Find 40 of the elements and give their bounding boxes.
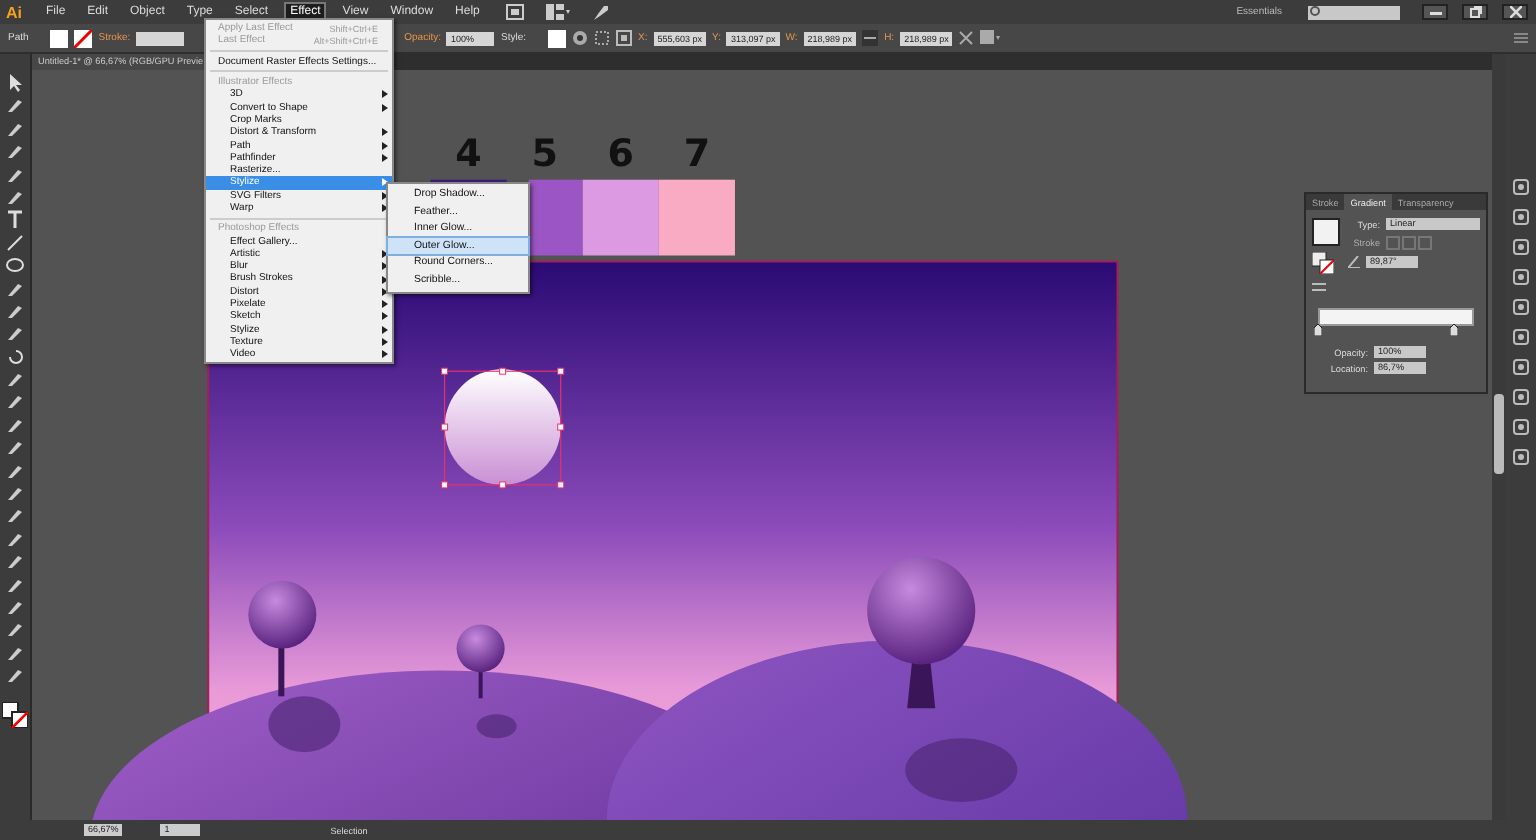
isolate-icon[interactable] [958, 30, 975, 46]
fill-stroke-icon[interactable] [2, 701, 28, 728]
search-field[interactable] [1308, 5, 1400, 19]
line-icon[interactable] [6, 233, 24, 252]
angle-icon [1348, 256, 1360, 268]
search-icon [1310, 6, 1322, 18]
pencil-icon[interactable] [6, 301, 24, 320]
close-button[interactable] [1502, 4, 1528, 20]
fill-stroke-icon[interactable] [1312, 252, 1334, 274]
swatch-number: 6 [607, 131, 635, 176]
image-options-icon[interactable] [980, 30, 1001, 46]
stroke-weight-field[interactable] [136, 31, 185, 45]
stroke-none-swatch[interactable] [74, 29, 93, 47]
type-icon[interactable] [6, 210, 24, 229]
recolor-icon[interactable] [572, 30, 588, 46]
reverse-gradient-icon[interactable] [1312, 280, 1326, 294]
arrange-documents-icon[interactable] [545, 4, 570, 20]
paintbrush-icon[interactable] [6, 279, 24, 298]
link-icon[interactable] [862, 30, 879, 46]
swatch-number: 4 [455, 131, 482, 176]
gradient-stop-icon[interactable] [1449, 324, 1458, 336]
style-swatch[interactable] [548, 29, 566, 47]
minimize-icon [1429, 6, 1441, 18]
close-icon [1509, 6, 1521, 18]
restore-icon [1469, 6, 1481, 18]
swatch-number: 7 [683, 131, 711, 176]
bridge-icon[interactable] [505, 4, 524, 20]
align-icon[interactable] [594, 30, 610, 46]
pen-icon[interactable] [6, 165, 24, 184]
selection-arrow-icon[interactable] [6, 74, 24, 92]
ellipse-icon[interactable] [6, 256, 24, 275]
fill-swatch[interactable] [50, 29, 69, 47]
restore-button[interactable] [1462, 4, 1488, 20]
transform-icon[interactable] [616, 30, 632, 46]
app-logo: Ai [6, 3, 22, 21]
rotate-icon[interactable] [6, 347, 24, 366]
gradient-stop-icon[interactable] [1314, 324, 1322, 336]
swatch-number: 5 [531, 131, 558, 176]
minimize-button[interactable] [1422, 4, 1448, 20]
gradient-swatch[interactable] [1312, 218, 1340, 246]
